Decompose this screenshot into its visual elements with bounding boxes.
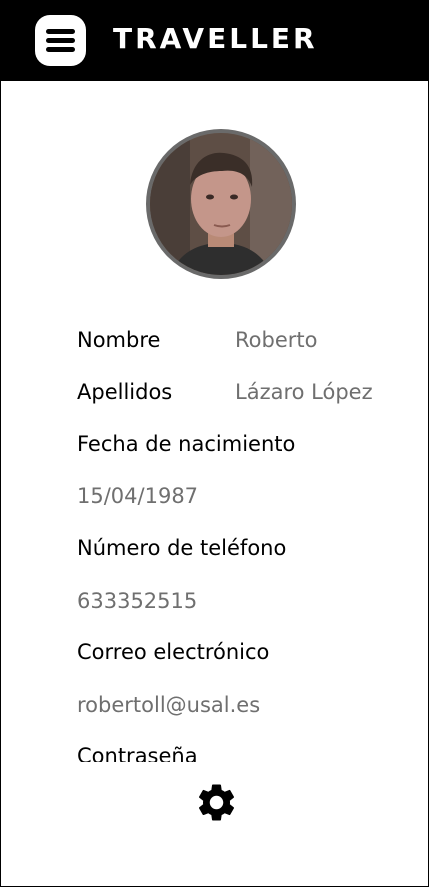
field-value-nombre: Roberto: [235, 328, 318, 352]
app-title: TRAVELLER: [113, 22, 318, 55]
field-label-nombre: Nombre: [77, 328, 161, 352]
gear-icon[interactable]: [194, 780, 239, 825]
field-label-correo: Correo electrónico: [77, 640, 270, 664]
app-frame: TRAVELLER Nombre Roberto Apellidos Lázar…: [0, 0, 429, 887]
field-label-contrasena: Contraseña: [77, 744, 198, 762]
avatar: [146, 129, 296, 279]
field-value-telefono: 633352515: [77, 589, 198, 613]
menu-icon: [46, 29, 75, 34]
field-value-apellidos: Lázaro López: [235, 380, 373, 404]
field-label-telefono: Número de teléfono: [77, 536, 287, 560]
profile-details[interactable]: Nombre Roberto Apellidos Lázaro López Fe…: [1, 310, 428, 762]
field-value-fecha: 15/04/1987: [77, 484, 199, 508]
menu-button[interactable]: [35, 15, 86, 66]
top-bar: TRAVELLER: [1, 0, 428, 81]
field-value-correo: robertoll@usal.es: [77, 693, 261, 717]
field-label-apellidos: Apellidos: [77, 380, 173, 404]
field-label-fecha: Fecha de nacimiento: [77, 432, 296, 456]
profile-photo: [150, 133, 292, 275]
